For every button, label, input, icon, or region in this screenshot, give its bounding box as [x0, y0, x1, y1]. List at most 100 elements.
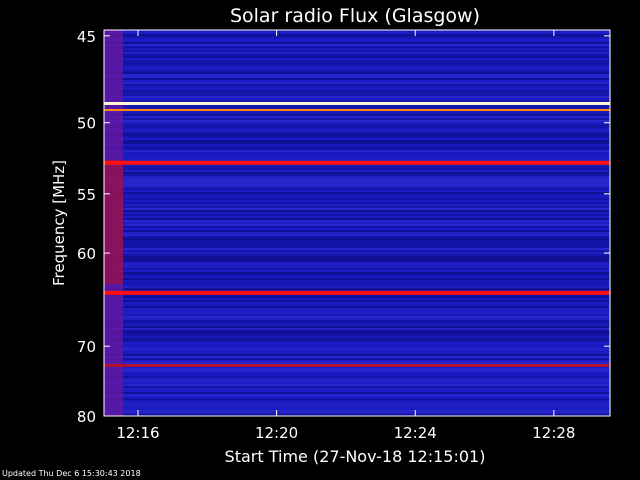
heatmap-row	[104, 172, 610, 174]
heatmap-row	[104, 306, 610, 308]
heatmap-row	[104, 200, 610, 202]
heatmap-row	[104, 390, 610, 392]
heatmap-row	[104, 272, 610, 274]
heatmap-row	[104, 38, 610, 40]
heatmap-row	[104, 58, 610, 60]
heatmap-row	[104, 188, 610, 190]
heatmap-row	[104, 118, 610, 120]
heatmap-row	[104, 138, 610, 140]
heatmap-row	[104, 146, 610, 148]
heatmap-row	[104, 258, 610, 260]
heatmap-row	[104, 116, 610, 118]
heatmap-row	[104, 70, 610, 72]
heatmap-row	[104, 368, 610, 370]
heatmap-row	[104, 262, 610, 264]
emission-band	[104, 101, 610, 105]
heatmap-row	[104, 190, 610, 192]
heatmap-row	[104, 136, 610, 138]
y-tick-label: 80	[77, 408, 96, 426]
heatmap-row	[104, 84, 610, 86]
heatmap-row	[104, 384, 610, 386]
y-tick-label: 60	[77, 245, 96, 263]
heatmap-row	[104, 60, 610, 62]
heatmap-row	[104, 120, 610, 122]
heatmap-row	[104, 410, 610, 412]
heatmap-row	[104, 166, 610, 168]
heatmap-row	[104, 362, 610, 364]
heatmap-row	[104, 246, 610, 248]
heatmap-row	[104, 330, 610, 332]
heatmap-row	[104, 98, 610, 100]
heatmap-row	[104, 232, 610, 234]
heatmap-row	[104, 240, 610, 242]
heatmap-row	[104, 326, 610, 328]
heatmap-row	[104, 176, 610, 178]
x-tick-label: 12:20	[255, 424, 298, 442]
heatmap-row	[104, 192, 610, 194]
heatmap-row	[104, 114, 610, 116]
emission-band	[104, 290, 610, 295]
heatmap-row	[104, 328, 610, 330]
heatmap-row	[104, 264, 610, 266]
heatmap-row	[104, 178, 610, 180]
heatmap-row	[104, 224, 610, 226]
heatmap-row	[104, 80, 610, 82]
y-axis-label: Frequency [MHz]	[50, 160, 68, 286]
heatmap-row	[104, 286, 610, 288]
heatmap-row	[104, 354, 610, 356]
heatmap-row	[104, 392, 610, 394]
heatmap-row	[104, 254, 610, 256]
heatmap-row	[104, 132, 610, 134]
heatmap-row	[104, 122, 610, 124]
heatmap-row	[104, 338, 610, 340]
heatmap-row	[104, 54, 610, 56]
heatmap-row	[104, 352, 610, 354]
heatmap-row	[104, 342, 610, 344]
x-axis-label: Start Time (27-Nov-18 12:15:01)	[225, 447, 486, 466]
heatmap-row	[104, 64, 610, 66]
heatmap-row	[104, 348, 610, 350]
heatmap-row	[104, 82, 610, 84]
y-tick-label: 45	[77, 28, 96, 46]
heatmap-row	[104, 346, 610, 348]
updated-timestamp: Updated Thu Dec 6 15:30:43 2018	[2, 469, 141, 478]
heatmap-row	[104, 144, 610, 146]
heatmap-row	[104, 302, 610, 304]
heatmap-row	[104, 230, 610, 232]
heatmap-row	[104, 236, 610, 238]
heatmap-row	[104, 274, 610, 276]
heatmap-row	[104, 68, 610, 70]
heatmap-row	[104, 298, 610, 300]
heatmap-row	[104, 404, 610, 406]
heatmap-row	[104, 92, 610, 94]
heatmap-row	[104, 198, 610, 200]
heatmap-row	[104, 182, 610, 184]
heatmap-row	[104, 394, 610, 396]
x-tick-label: 12:24	[394, 424, 437, 442]
heatmap-row	[104, 184, 610, 186]
heatmap-row	[104, 266, 610, 268]
heatmap-row	[104, 332, 610, 334]
heatmap-row	[104, 180, 610, 182]
heatmap-row	[104, 276, 610, 278]
heatmap-row	[104, 194, 610, 196]
heatmap-row	[104, 46, 610, 48]
heatmap-row	[104, 140, 610, 142]
heatmap-row	[104, 202, 610, 204]
heatmap-row	[104, 406, 610, 408]
heatmap-row	[104, 130, 610, 132]
heatmap-row	[104, 86, 610, 88]
heatmap-row	[104, 248, 610, 250]
heatmap-row	[104, 320, 610, 322]
heatmap-row	[104, 216, 610, 218]
heatmap-row	[104, 32, 610, 34]
heatmap-row	[104, 128, 610, 130]
heatmap-row	[104, 350, 610, 352]
heatmap-row	[104, 280, 610, 282]
early-segment-enhanced	[104, 159, 124, 285]
heatmap-row	[104, 314, 610, 316]
heatmap-row	[104, 316, 610, 318]
heatmap-row	[104, 388, 610, 390]
heatmap-row	[104, 278, 610, 280]
heatmap-row	[104, 242, 610, 244]
